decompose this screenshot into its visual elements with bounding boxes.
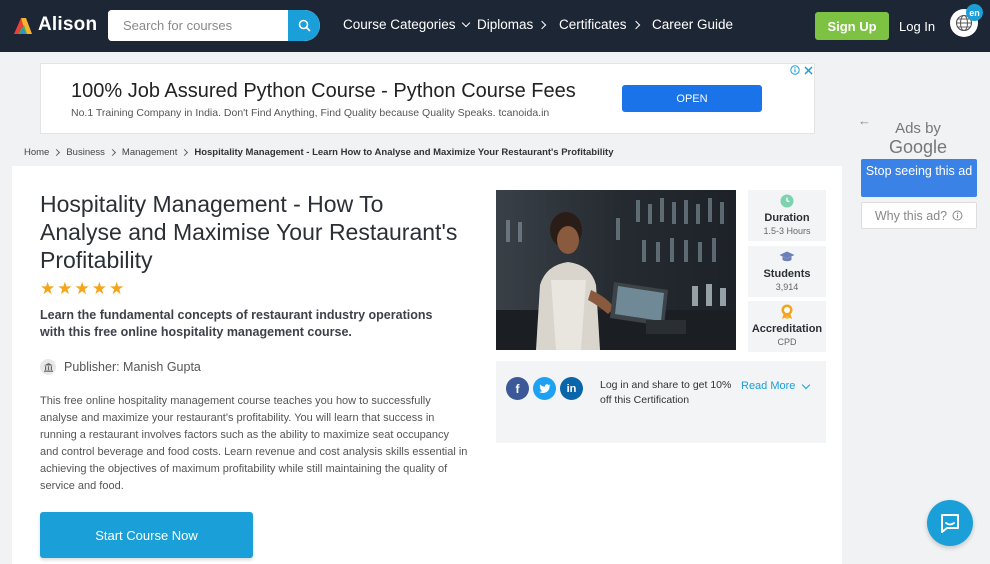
- ad-open-button[interactable]: OPEN: [622, 85, 762, 112]
- search-box: [108, 10, 320, 41]
- stop-seeing-ad-button[interactable]: Stop seeing this ad: [861, 159, 977, 197]
- read-more-link[interactable]: Read More: [741, 380, 811, 392]
- chevron-right-icon: [538, 20, 547, 29]
- nav-certificates-label: Certificates: [559, 17, 627, 32]
- chevron-right-icon: [53, 148, 61, 157]
- facebook-share-button[interactable]: f: [506, 377, 529, 400]
- star-icon: ★: [74, 279, 90, 298]
- chevron-down-icon: [461, 18, 470, 28]
- signup-button[interactable]: Sign Up: [815, 12, 889, 40]
- ads-by-label: Ads by: [895, 120, 941, 137]
- google-label: Google: [888, 137, 948, 157]
- nav-diplomas[interactable]: Diplomas: [477, 17, 547, 32]
- facebook-icon: f: [515, 381, 520, 396]
- breadcrumb: Home Business Management Hospitality Man…: [24, 147, 613, 158]
- course-description: This free online hospitality management …: [40, 395, 468, 492]
- nav-career-guide-label: Career Guide: [652, 17, 734, 32]
- top-ad-banner[interactable]: 100% Job Assured Python Course - Python …: [40, 63, 815, 134]
- why-this-ad-label: Why this ad?: [874, 208, 948, 223]
- why-this-ad-button[interactable]: Why this ad?: [861, 202, 977, 229]
- nav-certificates[interactable]: Certificates: [559, 17, 640, 32]
- page-title: Hospitality Management - How To Analyse …: [40, 191, 458, 273]
- login-link[interactable]: Log In: [899, 19, 935, 34]
- search-icon: [298, 19, 311, 32]
- stat-accreditation: Accreditation CPD: [748, 301, 826, 352]
- star-icon: ★: [109, 279, 125, 298]
- logo-icon: [14, 18, 32, 34]
- chevron-down-icon: [802, 380, 811, 389]
- nav-career-guide[interactable]: Career Guide: [652, 17, 733, 32]
- language-badge: en: [966, 4, 983, 21]
- share-box: f in Log in and share to get 10% off thi…: [496, 361, 826, 443]
- star-icon: ★: [57, 279, 73, 298]
- logo-text: Alison: [38, 14, 98, 35]
- twitter-icon: [538, 383, 550, 393]
- stat-students: Students 3,914: [748, 246, 826, 297]
- star-icon: ★: [91, 279, 107, 298]
- stat-accreditation-label: Accreditation: [751, 323, 823, 335]
- clock-icon: [779, 194, 795, 208]
- close-icon[interactable]: [804, 65, 813, 75]
- linkedin-share-button[interactable]: in: [560, 377, 583, 400]
- graduation-cap-icon: [779, 250, 795, 264]
- star-icon: ★: [40, 279, 56, 298]
- award-icon: [779, 304, 795, 320]
- ad-choices[interactable]: [790, 65, 813, 75]
- ad-title[interactable]: 100% Job Assured Python Course - Python …: [71, 80, 576, 103]
- stat-duration-label: Duration: [764, 212, 810, 224]
- logo[interactable]: Alison: [12, 14, 97, 36]
- publisher-name[interactable]: Publisher: Manish Gupta: [64, 360, 201, 374]
- chat-icon: [941, 514, 959, 533]
- share-text: Log in and share to get 10% off this Cer…: [600, 379, 732, 406]
- ads-by-google: Ads by Google: [853, 119, 983, 157]
- ad-description: No.1 Training Company in India. Don't Fi…: [71, 107, 550, 119]
- course-lead: Learn the fundamental concepts of restau…: [40, 308, 433, 339]
- breadcrumb-home[interactable]: Home: [24, 147, 49, 158]
- linkedin-icon: in: [566, 382, 577, 395]
- chevron-right-icon: [631, 20, 640, 29]
- stat-duration: Duration 1.5-3 Hours: [748, 190, 826, 241]
- info-icon: [952, 210, 963, 221]
- publisher[interactable]: Publisher: Manish Gupta: [40, 359, 201, 375]
- chevron-right-icon: [181, 148, 189, 157]
- stat-duration-value: 1.5-3 Hours: [763, 226, 811, 236]
- twitter-share-button[interactable]: [533, 377, 556, 400]
- nav-course-categories-label: Course Categories: [343, 17, 456, 32]
- breadcrumb-business[interactable]: Business: [66, 147, 105, 158]
- search-input[interactable]: [108, 10, 288, 41]
- chat-button[interactable]: [927, 500, 973, 546]
- chevron-right-icon: [108, 148, 116, 157]
- top-nav: Alison Course Categories Diplomas Certif…: [0, 0, 990, 52]
- nav-course-categories[interactable]: Course Categories: [343, 17, 470, 32]
- search-button[interactable]: [288, 10, 320, 41]
- course-image: [496, 190, 736, 350]
- breadcrumb-current: Hospitality Management - Learn How to An…: [194, 147, 614, 158]
- rating-stars: ★ ★ ★ ★ ★: [40, 280, 124, 297]
- read-more-label: Read More: [741, 380, 796, 392]
- breadcrumb-management[interactable]: Management: [122, 147, 177, 158]
- nav-diplomas-label: Diplomas: [477, 17, 534, 32]
- stat-students-value: 3,914: [775, 282, 799, 292]
- course-card: Hospitality Management - How To Analyse …: [12, 166, 842, 564]
- side-ad-panel: ← Ads by Google Stop seeing this ad Why …: [853, 110, 983, 240]
- info-icon[interactable]: [790, 65, 800, 75]
- start-course-button[interactable]: Start Course Now: [40, 512, 253, 558]
- stat-accreditation-value: CPD: [777, 337, 797, 347]
- institution-icon: [40, 359, 56, 375]
- stat-students-label: Students: [763, 268, 811, 280]
